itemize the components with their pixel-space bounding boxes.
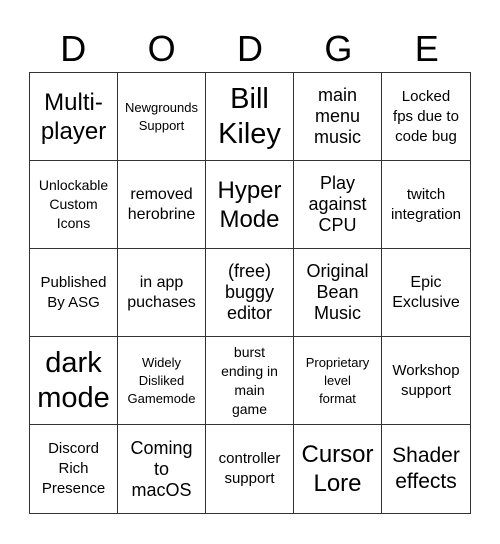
cell-label: Unlockable Custom Icons	[38, 177, 109, 231]
bingo-cell-r3c3[interactable]: (free) buggy editor	[206, 249, 294, 337]
bingo-cell-r1c5[interactable]: Locked fps due to code bug	[382, 73, 470, 161]
cell-label: dark mode	[37, 346, 110, 414]
cell-label: Shader effects	[392, 444, 460, 493]
bingo-cell-r1c2[interactable]: Newgrounds Support	[118, 73, 206, 161]
header-letter-d1: D	[60, 28, 87, 69]
cell-label: Hyper Mode	[217, 176, 282, 233]
bingo-cell-r1c3[interactable]: Bill Kiley	[206, 73, 294, 161]
cell-label: (free) buggy editor	[224, 261, 275, 323]
header-letter-d2: D	[236, 28, 263, 69]
bingo-cell-r3c5[interactable]: Epic Exclusive	[382, 249, 470, 337]
cell-label: Widely Disliked Gamemode	[127, 354, 196, 406]
bingo-cell-r3c4[interactable]: Original Bean Music	[294, 249, 382, 337]
cell-label: Bill Kiley	[218, 82, 281, 150]
bingo-cell-r3c1[interactable]: Published By ASG	[30, 249, 118, 337]
bingo-cell-r4c3[interactable]: burst ending in main game	[206, 337, 294, 425]
cell-label: Proprietary level format	[305, 354, 370, 406]
bingo-cell-r2c1[interactable]: Unlockable Custom Icons	[30, 161, 118, 249]
cell-label: controller support	[218, 450, 281, 487]
bingo-cell-r4c4[interactable]: Proprietary level format	[294, 337, 382, 425]
cell-label: Newgrounds Support	[125, 99, 198, 133]
cell-label: Coming to macOS	[130, 437, 193, 500]
cell-label: Original Bean Music	[306, 261, 369, 323]
cell-label: Epic Exclusive	[392, 273, 460, 311]
bingo-cell-r5c4[interactable]: Cursor Lore	[294, 425, 382, 513]
bingo-cell-r1c4[interactable]: main menu music	[294, 73, 382, 161]
header-letter-o: O	[147, 28, 176, 69]
header-letter-e: E	[414, 28, 439, 69]
cell-label: burst ending in main game	[221, 343, 278, 417]
cell-label: Play against CPU	[308, 173, 367, 235]
bingo-cell-r3c2[interactable]: in app puchases	[118, 249, 206, 337]
bingo-cell-r1c1[interactable]: Multi- player	[30, 73, 118, 161]
bingo-cell-r2c2[interactable]: removed herobrine	[118, 161, 206, 249]
bingo-board: Multi- player Newgrounds Support Bill Ki…	[29, 72, 471, 514]
bingo-cell-r5c3[interactable]: controller support	[206, 425, 294, 513]
bingo-cell-r2c3[interactable]: Hyper Mode	[206, 161, 294, 249]
cell-label: in app puchases	[127, 273, 196, 311]
bingo-cell-r4c1[interactable]: dark mode	[30, 337, 118, 425]
bingo-header: D O D G E	[29, 26, 471, 72]
header-letter-g: G	[324, 28, 353, 69]
bingo-cell-r5c5[interactable]: Shader effects	[382, 425, 470, 513]
bingo-cell-r2c4[interactable]: Play against CPU	[294, 161, 382, 249]
bingo-cell-r2c5[interactable]: twitch integration	[382, 161, 470, 249]
cell-label: Multi- player	[40, 88, 107, 145]
bingo-cell-r5c1[interactable]: Discord Rich Presence	[30, 425, 118, 513]
cell-label: main menu music	[313, 85, 361, 147]
cell-label: Published By ASG	[40, 273, 107, 311]
bingo-cell-r4c2[interactable]: Widely Disliked Gamemode	[118, 337, 206, 425]
cell-label: Workshop support	[392, 361, 460, 399]
cell-label: Cursor Lore	[301, 441, 374, 497]
bingo-cell-r4c5[interactable]: Workshop support	[382, 337, 470, 425]
cell-label: Locked fps due to code bug	[393, 87, 459, 145]
bingo-cell-r5c2[interactable]: Coming to macOS	[118, 425, 206, 513]
cell-label: Discord Rich Presence	[41, 440, 106, 497]
cell-label: removed herobrine	[127, 185, 196, 223]
cell-label: twitch integration	[390, 185, 462, 223]
